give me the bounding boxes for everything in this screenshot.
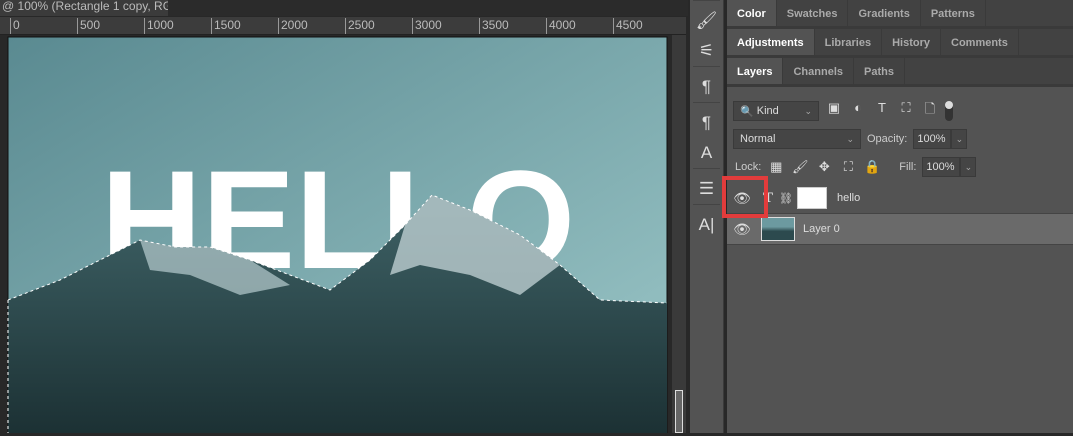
ruler-tick: 1500 <box>211 18 241 34</box>
tab-bar <box>168 0 688 16</box>
fill-dropdown[interactable]: ⌄ <box>960 157 977 177</box>
lock-all-icon[interactable]: 🔒 <box>863 159 881 175</box>
ruler-tick: 0 <box>10 18 20 34</box>
ruler-tick: 2000 <box>278 18 308 34</box>
layer-thumbnail[interactable] <box>761 217 795 241</box>
filter-kind-label: Kind <box>756 105 779 117</box>
adjustment-filter-icon[interactable]: ◐ <box>849 100 867 122</box>
panel-icon-strip: 🖌 ⚟ ¶ ¶ A ☰ A| <box>690 0 724 433</box>
opacity-label: Opacity: <box>867 133 908 145</box>
vertical-scrollbar[interactable] <box>672 35 686 433</box>
highlight-box <box>722 176 768 218</box>
character-styles-icon[interactable]: A <box>690 138 723 168</box>
tab-row-color: Color Swatches Gradients Patterns <box>727 0 1073 29</box>
lock-position-icon[interactable]: ✥ <box>815 159 833 175</box>
shape-filter-icon[interactable]: ⛶ <box>897 100 915 122</box>
fill-label: Fill: <box>899 161 917 173</box>
ruler-tick: 500 <box>77 18 100 34</box>
ruler-tick: 3000 <box>412 18 442 34</box>
canvas-image: HELLO <box>7 36 668 434</box>
layer-mask-thumbnail[interactable] <box>797 187 827 209</box>
tab-row-adjustments: Adjustments Libraries History Comments <box>727 29 1073 58</box>
tab-comments[interactable]: Comments <box>941 29 1019 55</box>
tab-row-layers: Layers Channels Paths <box>727 58 1073 87</box>
opacity-dropdown[interactable]: ⌄ <box>951 129 968 149</box>
type-filter-icon[interactable]: T <box>873 100 891 122</box>
layer-row-layer0[interactable]: 👁 Layer 0 <box>727 214 1073 245</box>
tab-paths[interactable]: Paths <box>854 58 905 84</box>
lock-transparent-icon[interactable]: ▦ <box>767 159 785 175</box>
blend-mode-select[interactable]: Normal ⌄ <box>733 129 861 149</box>
tab-swatches[interactable]: Swatches <box>777 0 849 26</box>
link-icon[interactable]: ⛓ <box>779 192 797 205</box>
opacity-input[interactable]: 100% <box>913 129 952 149</box>
glyphs-icon[interactable]: A| <box>690 210 723 240</box>
ruler-tick: 4500 <box>613 18 643 34</box>
tab-gradients[interactable]: Gradients <box>848 0 921 26</box>
filter-kind-select[interactable]: 🔍 Kind ⌄ <box>733 101 819 121</box>
paragraph-icon[interactable]: ¶ <box>690 72 723 102</box>
adjustments-sliders-icon[interactable]: ☰ <box>690 174 723 204</box>
lock-label: Lock: <box>735 161 762 173</box>
brush-presets-icon[interactable]: ⚟ <box>690 36 723 66</box>
ruler-tick: 2500 <box>345 18 375 34</box>
tab-libraries[interactable]: Libraries <box>815 29 883 55</box>
blend-mode-value: Normal <box>740 133 776 145</box>
paragraph-styles-icon[interactable]: ¶ <box>690 108 723 138</box>
tab-channels[interactable]: Channels <box>783 58 854 84</box>
image-filter-icon[interactable]: ▣ <box>825 100 843 122</box>
tab-layers[interactable]: Layers <box>727 58 784 84</box>
layers-panel: Color Swatches Gradients Patterns Adjustmen… <box>727 0 1073 433</box>
tab-color[interactable]: Color <box>727 0 777 26</box>
visibility-eye-icon[interactable]: 👁 <box>727 221 757 238</box>
layer-name[interactable]: hello <box>837 192 860 204</box>
tab-patterns[interactable]: Patterns <box>921 0 986 26</box>
brush-settings-icon[interactable]: 🖌 <box>690 6 723 36</box>
horizontal-ruler: 0 500 1000 1500 2000 2500 3000 3500 4000 4500 <box>0 17 686 35</box>
lock-paint-icon[interactable]: 🖌 <box>791 159 809 175</box>
ruler-tick: 1000 <box>144 18 174 34</box>
scroll-thumb[interactable] <box>675 390 683 433</box>
layer-row-hello[interactable]: 👁 T ⛓ hello <box>727 183 1073 214</box>
tab-adjustments[interactable]: Adjustments <box>727 29 815 55</box>
filter-toggle[interactable] <box>945 101 953 121</box>
document-title: @ 100% (Rectangle 1 copy, RGB/8#) * <box>2 0 168 13</box>
fill-input[interactable]: 100% <box>922 157 961 177</box>
lock-artboard-icon[interactable]: ⛶ <box>839 159 857 175</box>
smart-object-filter-icon[interactable]: 🗋 <box>921 100 939 122</box>
layer-name[interactable]: Layer 0 <box>803 223 840 235</box>
canvas-area[interactable]: HELLO <box>0 35 672 434</box>
ruler-tick: 4000 <box>546 18 576 34</box>
document-tab[interactable]: @ 100% (Rectangle 1 copy, RGB/8#) *× <box>0 0 168 16</box>
tab-history[interactable]: History <box>882 29 941 55</box>
ruler-tick: 3500 <box>479 18 509 34</box>
